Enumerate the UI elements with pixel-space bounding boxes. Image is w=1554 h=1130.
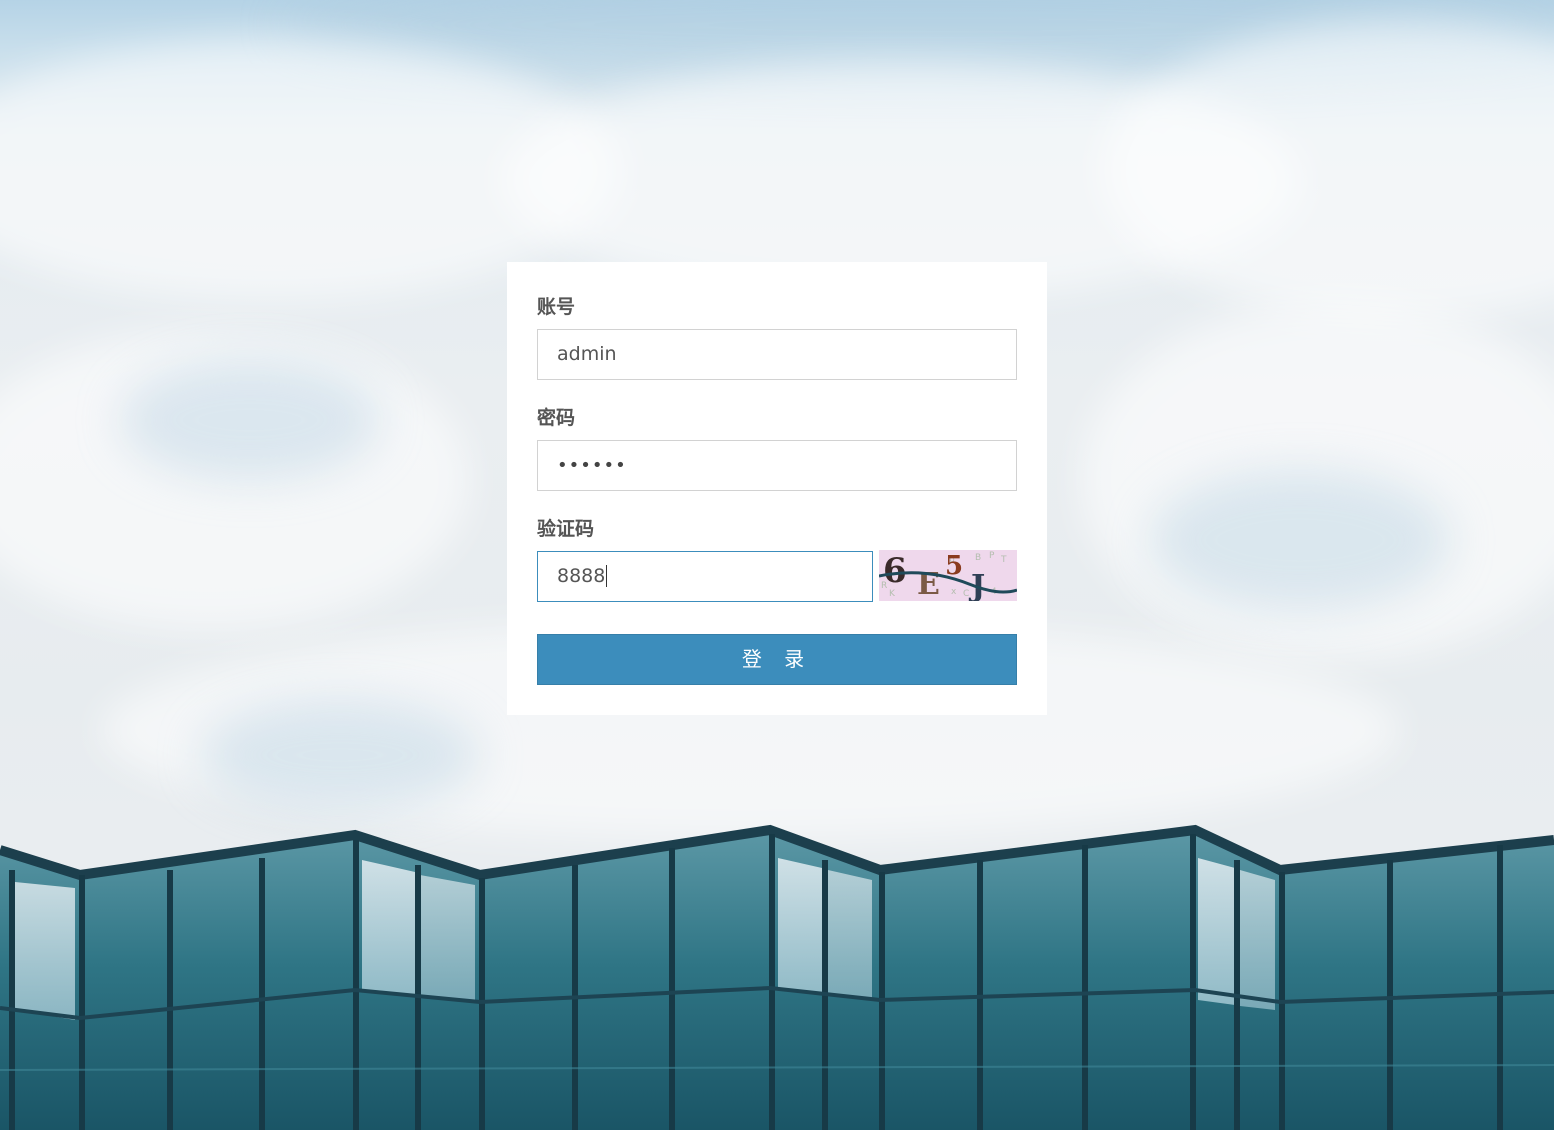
account-input-value: admin bbox=[557, 343, 617, 365]
login-panel: 账号 admin 密码 •••••• 验证码 8888 RKp BPT xC4 … bbox=[507, 262, 1047, 715]
login-button[interactable]: 登 录 bbox=[537, 634, 1017, 685]
captcha-label: 验证码 bbox=[537, 518, 595, 540]
captcha-input[interactable]: 8888 bbox=[537, 551, 873, 602]
glass-building bbox=[0, 824, 1554, 1130]
svg-text:B: B bbox=[975, 553, 981, 563]
svg-text:x: x bbox=[951, 587, 957, 597]
account-input[interactable]: admin bbox=[537, 329, 1017, 380]
password-label: 密码 bbox=[537, 407, 576, 429]
password-input-value: •••••• bbox=[557, 455, 627, 476]
captcha-image[interactable]: RKp BPT xC4 6 E 5 J bbox=[879, 550, 1017, 601]
account-label: 账号 bbox=[537, 296, 576, 318]
captcha-input-value: 8888 bbox=[557, 565, 606, 587]
password-input[interactable]: •••••• bbox=[537, 440, 1017, 491]
svg-text:C: C bbox=[963, 589, 969, 599]
svg-text:P: P bbox=[989, 551, 995, 561]
captcha-char: 6 bbox=[883, 551, 907, 591]
text-caret bbox=[606, 564, 608, 587]
svg-text:T: T bbox=[1000, 555, 1007, 565]
